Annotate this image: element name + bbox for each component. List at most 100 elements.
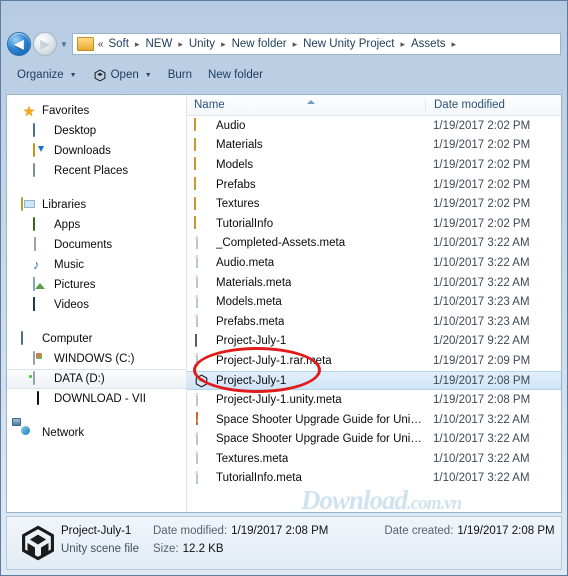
burn-label: Burn — [167, 69, 192, 81]
burn-button[interactable]: Burn — [160, 64, 200, 86]
sidebar-item-apps[interactable]: Apps — [7, 215, 186, 235]
breadcrumb-separator-icon[interactable]: ▸ — [178, 39, 183, 50]
breadcrumb-item-5[interactable]: Assets — [409, 37, 448, 51]
breadcrumb-separator-icon[interactable]: ▸ — [452, 39, 457, 50]
breadcrumb-item-0[interactable]: Soft — [106, 37, 130, 51]
sidebar-item-videos[interactable]: Videos — [7, 295, 186, 315]
file-row[interactable]: Project-July-1.unity.meta 1/19/2017 2:08 … — [187, 390, 561, 410]
file-name-cell[interactable]: Project-July-1 — [187, 373, 425, 388]
sidebar-item-music[interactable]: ♪ Music — [7, 255, 186, 275]
column-header-date-modified[interactable]: Date modified — [425, 99, 561, 111]
file-name-cell[interactable]: Materials — [187, 137, 425, 153]
file-name-cell[interactable]: Prefabs.meta — [187, 314, 425, 329]
file-name-cell[interactable]: Textures.meta — [187, 451, 425, 466]
file-row[interactable]: Materials.meta 1/10/2017 3:22 AM — [187, 273, 561, 293]
breadcrumb-item-1[interactable]: NEW — [143, 37, 174, 51]
back-arrow-icon: ◀ — [14, 37, 24, 51]
file-row[interactable]: Audio.meta 1/10/2017 3:22 AM — [187, 253, 561, 273]
file-row[interactable]: Textures.meta 1/10/2017 3:22 AM — [187, 449, 561, 469]
column-header-name[interactable]: Name — [187, 99, 425, 111]
breadcrumb-separator-icon[interactable]: ▸ — [293, 39, 298, 50]
file-name-label: Materials — [216, 139, 263, 152]
breadcrumb-item-4[interactable]: New Unity Project — [301, 37, 396, 51]
history-dropdown-icon[interactable]: ▼ — [60, 40, 68, 49]
pdf-icon — [196, 412, 198, 426]
breadcrumb-separator-icon[interactable]: ▸ — [221, 39, 226, 50]
file-row[interactable]: TutorialInfo 1/19/2017 2:02 PM — [187, 214, 561, 234]
file-name-label: Project-July-1 — [216, 374, 287, 387]
file-name-cell[interactable]: Audio — [187, 118, 425, 133]
column-header-row: Name Date modified — [187, 95, 561, 116]
file-name-cell[interactable]: Space Shooter Upgrade Guide for Unity 5-… — [187, 412, 425, 427]
sidebar-item-documents[interactable]: Documents — [7, 235, 186, 255]
rar-archive-icon — [195, 333, 197, 347]
sidebar-item-recent-places[interactable]: Recent Places — [7, 161, 186, 181]
window-title-bar — [1, 1, 567, 27]
generic-file-icon — [196, 294, 198, 308]
details-size-label: Size: — [153, 543, 179, 555]
file-name-cell[interactable]: TutorialInfo.meta — [187, 470, 425, 486]
breadcrumb-item-3[interactable]: New folder — [230, 37, 289, 51]
file-name-cell[interactable]: Project-July-1.rar.meta — [187, 353, 425, 368]
file-name-cell[interactable]: TutorialInfo — [187, 216, 425, 231]
file-row[interactable]: Audio 1/19/2017 2:02 PM — [187, 116, 561, 136]
generic-file-icon — [196, 431, 198, 445]
file-row[interactable]: Prefabs 1/19/2017 2:02 PM — [187, 175, 561, 195]
unity-icon — [94, 68, 106, 82]
explorer-content: ★ Favorites Desktop Downloads Recent Pla… — [6, 94, 562, 513]
sidebar-group-libraries[interactable]: Libraries — [7, 195, 186, 215]
navigation-pane[interactable]: ★ Favorites Desktop Downloads Recent Pla… — [7, 95, 187, 512]
file-name-cell[interactable]: Audio.meta — [187, 255, 425, 270]
sidebar-item-pictures[interactable]: Pictures — [7, 275, 186, 295]
sidebar-group-computer[interactable]: Computer — [7, 329, 186, 349]
sidebar-item-label: DOWNLOAD - VII — [54, 393, 147, 405]
file-row[interactable]: Prefabs.meta 1/10/2017 3:23 AM — [187, 312, 561, 332]
sidebar-group-network[interactable]: Network — [7, 423, 186, 443]
file-row[interactable]: Textures 1/19/2017 2:02 PM — [187, 194, 561, 214]
file-date-cell: 1/10/2017 3:22 AM — [433, 237, 530, 250]
file-list-pane[interactable]: Name Date modified Audio 1/19/2017 2:02 P… — [187, 95, 561, 512]
file-name-cell[interactable]: Materials.meta — [187, 275, 425, 290]
file-date-cell: 1/19/2017 2:02 PM — [433, 198, 531, 211]
sidebar-item-windows-c[interactable]: WINDOWS (C:) — [7, 349, 186, 369]
file-row[interactable]: Project-July-1.rar.meta 1/19/2017 2:09 PM — [187, 351, 561, 371]
sidebar-item-label: Documents — [54, 239, 113, 251]
back-button[interactable]: ◀ — [7, 32, 31, 56]
file-name-cell[interactable]: _Completed-Assets.meta — [187, 235, 425, 251]
open-button[interactable]: Open ▼ — [85, 64, 160, 86]
file-name-cell[interactable]: Project-July-1.unity.meta — [187, 392, 425, 408]
file-name-cell[interactable]: Prefabs — [187, 177, 425, 192]
file-row[interactable]: Project-July-1 1/20/2017 9:22 AM — [187, 332, 561, 352]
file-name-cell[interactable]: Textures — [187, 196, 425, 212]
breadcrumb-separator-icon[interactable]: ▸ — [400, 39, 405, 50]
file-row[interactable]: Materials 1/19/2017 2:02 PM — [187, 136, 561, 156]
file-row[interactable]: TutorialInfo.meta 1/10/2017 3:22 AM — [187, 469, 561, 489]
organize-label: Organize — [17, 69, 64, 81]
file-row[interactable]: Models.meta 1/10/2017 3:23 AM — [187, 292, 561, 312]
breadcrumb-overflow-icon[interactable]: « — [98, 39, 104, 50]
file-date-cell: 1/10/2017 3:22 AM — [433, 433, 530, 446]
file-row[interactable]: Project-July-1 1/19/2017 2:08 PM — [187, 370, 561, 391]
breadcrumb-separator-icon[interactable]: ▸ — [135, 39, 140, 50]
sidebar-item-download-vii[interactable]: DOWNLOAD - VII — [7, 389, 186, 409]
forward-button[interactable]: ▶ — [33, 32, 57, 56]
new-folder-button[interactable]: New folder — [200, 64, 271, 86]
file-name-cell[interactable]: Project-July-1 — [187, 333, 425, 349]
sidebar-item-data-d[interactable]: DATA (D:) — [7, 369, 186, 389]
file-rows[interactable]: Audio 1/19/2017 2:02 PM Materials 1/19/2017… — [187, 116, 561, 512]
file-name-cell[interactable]: Space Shooter Upgrade Guide for Unity 5.… — [187, 431, 425, 447]
sidebar-group-favorites[interactable]: ★ Favorites — [7, 101, 186, 121]
file-row[interactable]: Models 1/19/2017 2:02 PM — [187, 155, 561, 175]
file-name-cell[interactable]: Models.meta — [187, 294, 425, 310]
sidebar-item-desktop[interactable]: Desktop — [7, 121, 186, 141]
breadcrumb-item-2[interactable]: Unity — [187, 37, 217, 51]
sidebar-item-downloads[interactable]: Downloads — [7, 141, 186, 161]
file-row[interactable]: Space Shooter Upgrade Guide for Unity 5.… — [187, 430, 561, 450]
details-line-1: Project-July-1 Date modified: 1/19/2017 … — [61, 525, 555, 543]
organize-button[interactable]: Organize ▼ — [9, 64, 85, 86]
file-name-cell[interactable]: Models — [187, 157, 425, 172]
breadcrumb-bar[interactable]: « Soft ▸ NEW ▸ Unity ▸ New folder ▸ New … — [71, 33, 561, 55]
file-row[interactable]: Space Shooter Upgrade Guide for Unity 5-… — [187, 410, 561, 430]
file-row[interactable]: _Completed-Assets.meta 1/10/2017 3:22 AM — [187, 234, 561, 254]
